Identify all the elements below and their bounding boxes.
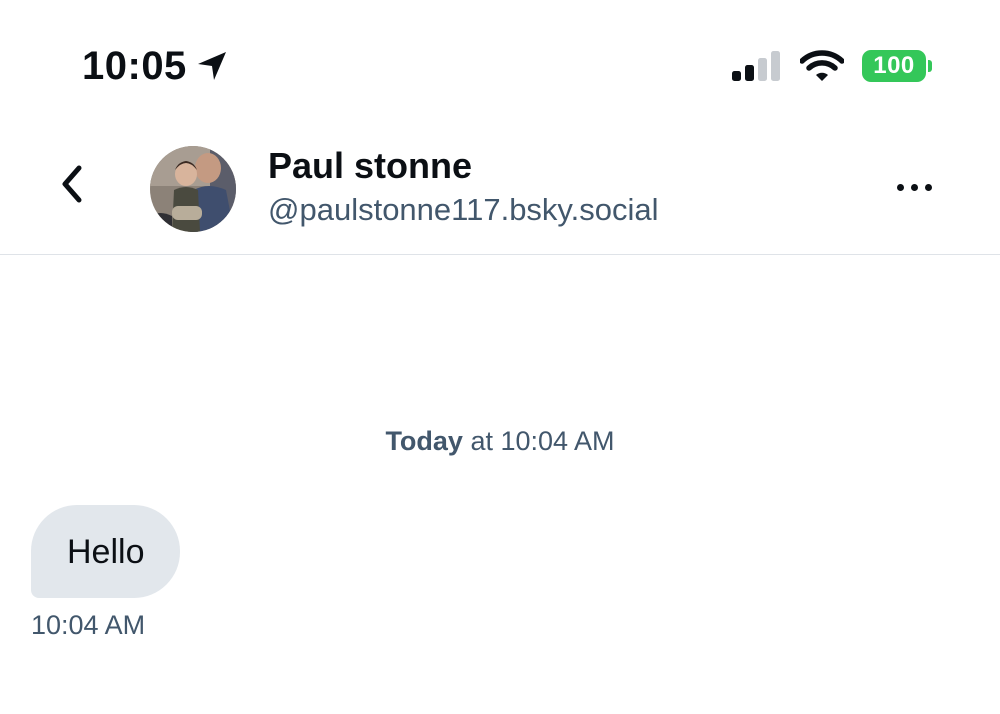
message-timestamp: 10:04 AM (31, 610, 146, 640)
battery-icon: 100 (862, 50, 932, 82)
status-bar: 10:05 100 (0, 0, 1000, 120)
status-time: 10:05 (82, 44, 187, 88)
message-bubble-incoming[interactable]: Hello (31, 505, 181, 598)
chevron-left-icon (59, 164, 85, 209)
profile-handle[interactable]: @paulstonne117.bsky.social (268, 190, 659, 230)
location-arrow-icon (195, 49, 229, 83)
cellular-signal-icon (732, 51, 782, 81)
wifi-icon (800, 50, 844, 82)
profile-name[interactable]: Paul stonne (268, 144, 472, 188)
message-text: Hello (67, 532, 145, 571)
ellipsis-icon (896, 183, 932, 191)
date-divider-day: Today (385, 426, 463, 456)
conversation[interactable]: Today at 10:04 AM Hello 10:04 AM (0, 255, 1000, 714)
battery-cap (928, 60, 932, 72)
back-button[interactable] (50, 164, 94, 208)
avatar[interactable] (150, 146, 236, 232)
status-indicators: 100 (732, 50, 932, 82)
date-divider: Today at 10:04 AM (0, 423, 1000, 459)
avatar-photo (150, 146, 236, 232)
battery-level: 100 (862, 50, 926, 82)
more-options-button[interactable] (886, 172, 942, 202)
date-divider-time: at 10:04 AM (462, 426, 615, 456)
status-time-group: 10:05 (82, 42, 229, 90)
chat-header: Paul stonne @paulstonne117.bsky.social (0, 120, 1000, 255)
